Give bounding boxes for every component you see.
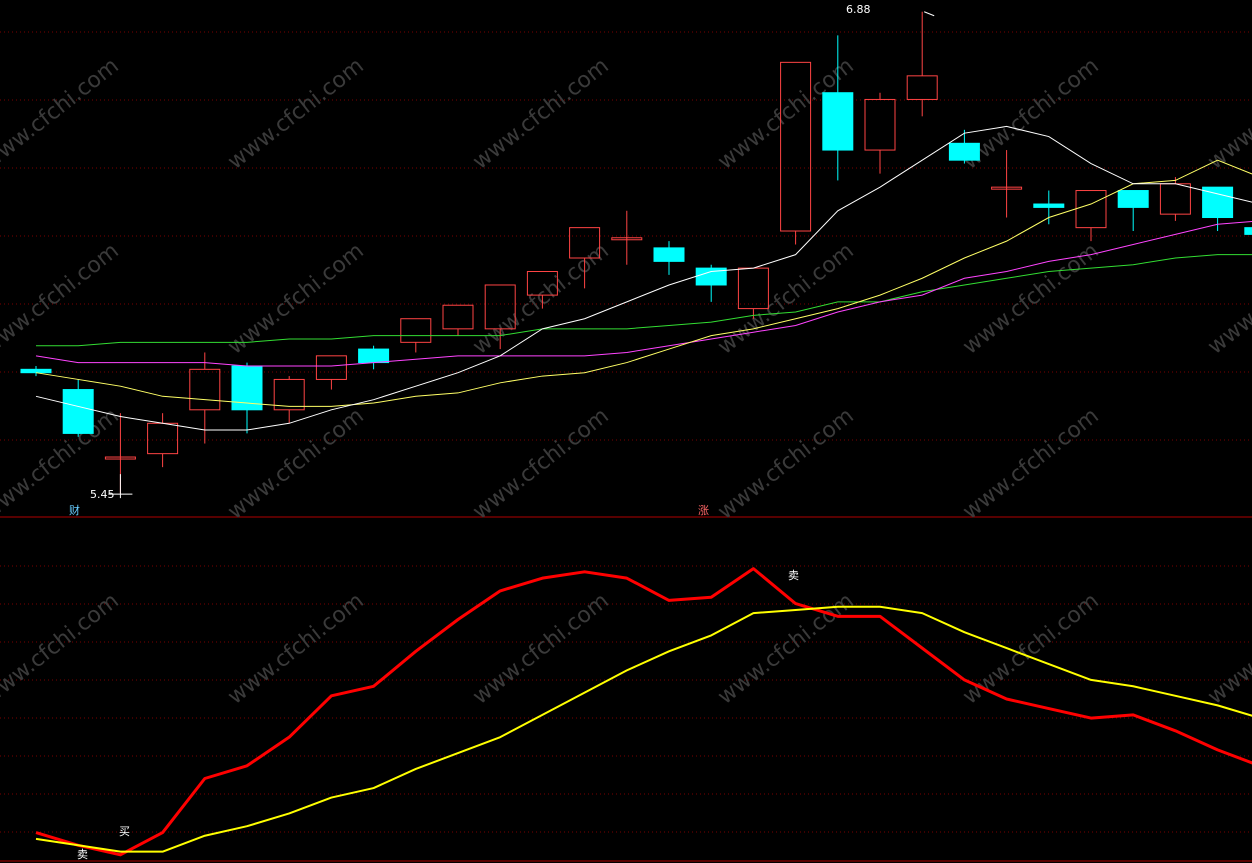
watermark-text-13: www.cfchi.com — [223, 403, 368, 524]
watermark-text-6: www.cfchi.com — [0, 238, 124, 359]
watermark-text-0: www.cfchi.com — [0, 53, 124, 174]
event-marker-cai[interactable]: 财 — [69, 503, 80, 517]
candle — [1117, 190, 1149, 232]
watermark-text-4: www.cfchi.com — [958, 53, 1103, 174]
candle — [231, 362, 263, 434]
watermark-text-9: www.cfchi.com — [713, 238, 858, 359]
watermark-text-17: www.cfchi.com — [0, 588, 124, 709]
candle — [991, 150, 1023, 218]
candle — [653, 241, 685, 275]
candle — [442, 304, 474, 336]
watermark-text-15: www.cfchi.com — [713, 403, 858, 524]
candle-body-down — [20, 368, 52, 374]
oscillator-yellow-line — [35, 605, 1252, 853]
candle-body-up — [189, 368, 221, 411]
candle — [358, 345, 390, 370]
candle-body-down — [1033, 203, 1065, 208]
candle-body-down — [1244, 227, 1252, 235]
watermark-layer: www.cfchi.com www.cfchi.com www.cfchi.com w… — [0, 53, 1252, 709]
candle — [1075, 190, 1107, 242]
watermark-text-12: www.cfchi.com — [0, 403, 124, 524]
event-marker-zhang[interactable]: 涨 — [698, 504, 709, 517]
candle — [1033, 190, 1065, 225]
watermark-text-1: www.cfchi.com — [223, 53, 368, 174]
oscillator-buy-signal: 买 — [119, 825, 130, 838]
candle-body-up — [442, 304, 474, 330]
candle — [822, 35, 854, 181]
candle-body-up — [1075, 190, 1107, 229]
candle-body-up — [147, 422, 179, 455]
watermark-text-16: www.cfchi.com — [958, 403, 1103, 524]
candle-body-down — [358, 348, 390, 364]
low-price-label: 5.45 — [90, 488, 115, 501]
watermark-text-21: www.cfchi.com — [958, 588, 1103, 709]
watermark-text-14: www.cfchi.com — [468, 403, 613, 524]
watermark-text-22: www.cfchi.com — [1203, 588, 1252, 709]
candle-body-up — [315, 355, 347, 380]
watermark-text-11: www.cfchi.com — [1203, 238, 1252, 359]
candle-body-down — [1117, 190, 1149, 208]
candle-body-down — [948, 142, 980, 161]
watermark-text-7: www.cfchi.com — [223, 238, 368, 359]
watermark-text-10: www.cfchi.com — [958, 238, 1103, 359]
candle — [62, 379, 94, 437]
candle — [611, 210, 643, 265]
candle-body-down — [653, 247, 685, 262]
candle — [864, 92, 896, 174]
moving-average-magenta — [35, 221, 1252, 367]
candle — [906, 11, 938, 117]
watermark-text-19: www.cfchi.com — [468, 588, 613, 709]
oscillator-sell-signal: 卖 — [77, 848, 88, 861]
oscillator-sell-signal-2: 卖 — [788, 569, 799, 582]
candle-body-down — [62, 389, 94, 434]
candle — [1244, 227, 1252, 235]
candle-body-up — [400, 318, 432, 343]
watermark-text-2: www.cfchi.com — [468, 53, 613, 174]
candle-body-up — [1159, 183, 1191, 215]
stock-chart: www.cfchi.com www.cfchi.com www.cfchi.com w… — [0, 3, 1252, 862]
candle — [273, 376, 305, 424]
candle-body-down — [822, 92, 854, 151]
candle — [948, 129, 980, 164]
watermark-text-8: www.cfchi.com — [468, 238, 613, 359]
candle-body-up — [906, 75, 938, 100]
high-marker-arrow — [924, 11, 935, 17]
high-price-label: 6.88 — [846, 3, 871, 16]
watermark-text-5: www.cfchi.com — [1203, 53, 1252, 174]
candle-body-up — [864, 98, 896, 151]
candle — [315, 355, 347, 390]
